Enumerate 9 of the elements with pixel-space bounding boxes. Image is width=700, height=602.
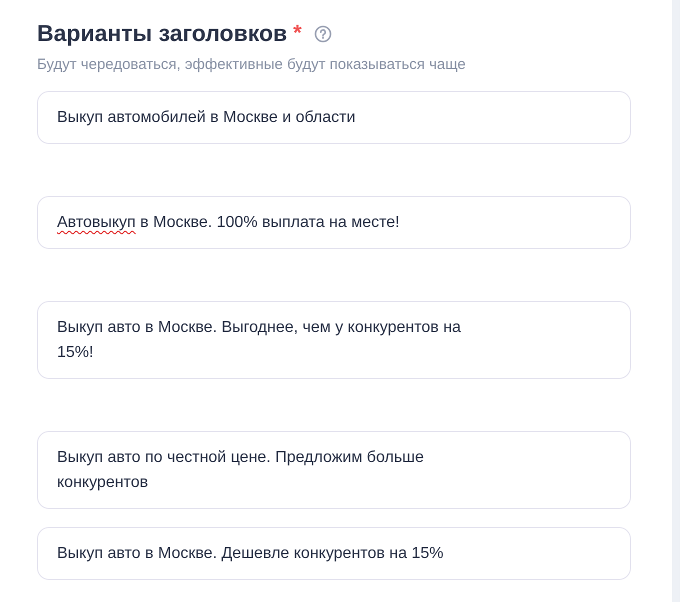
required-mark: * [293,20,302,46]
input-field[interactable]: Выкуп авто в Москве. Дешевле конкурентов на 15% [37,527,631,580]
help-icon[interactable] [314,24,332,42]
input-field[interactable]: Автовыкуп в Москве. 100% выплата на месте! [37,196,631,249]
section-title: Варианты заголовков [37,20,288,47]
input-field[interactable]: Выкуп авто в Москве. Выгоднее, чем у конкурентов на 15%! [37,301,631,379]
input-field[interactable]: Выкуп авто по честной цене. Предложим больше конкурентов [37,431,631,509]
input-field[interactable]: Выкуп автомобилей в Москве и области [37,91,631,144]
hint-text: Будут чередоваться, эффективные будут показываться чаще [37,56,467,73]
